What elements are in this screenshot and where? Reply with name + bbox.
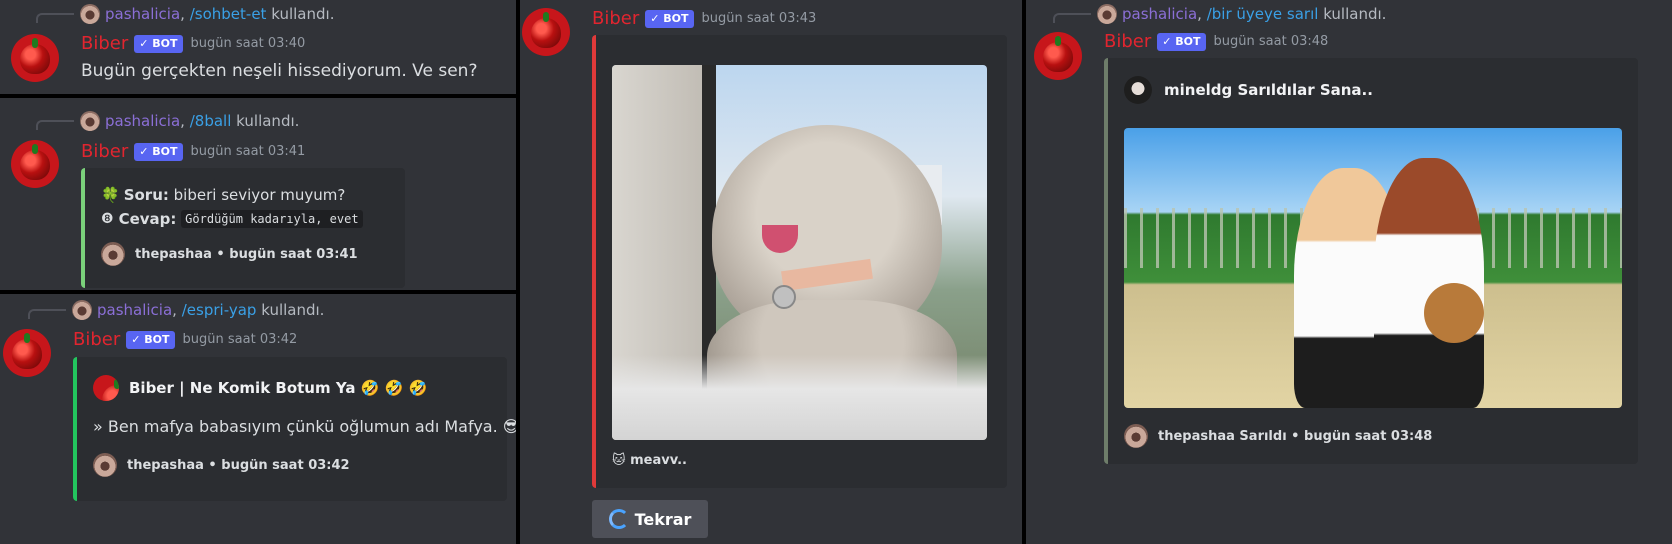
replied-user-name[interactable]: pashalicia bbox=[105, 112, 180, 130]
timestamp: bugün saat 03:48 bbox=[1213, 34, 1329, 49]
replied-user-name[interactable]: pashalicia bbox=[105, 5, 180, 23]
footer-avatar bbox=[1124, 424, 1148, 448]
message-panel-cat: Biber ✓ BOT bugün saat 03:43 🐱 meavv.. T… bbox=[520, 0, 1022, 544]
message-header: Biber ✓ BOT bugün saat 03:42 bbox=[73, 329, 297, 350]
reply-reference[interactable]: pashalicia , /8ball kullandı. bbox=[36, 111, 299, 131]
message-header: Biber ✓ BOT bugün saat 03:43 bbox=[592, 8, 816, 29]
bot-avatar[interactable] bbox=[11, 140, 59, 188]
question-label: Soru: bbox=[123, 186, 169, 204]
reply-separator: , bbox=[172, 301, 177, 319]
bot-avatar[interactable] bbox=[11, 34, 59, 82]
bot-badge: ✓ BOT bbox=[134, 142, 183, 161]
clover-icon: 🍀 bbox=[101, 186, 120, 204]
author-avatar bbox=[1124, 76, 1152, 104]
embed-footer: thepashaa • bugün saat 03:42 bbox=[93, 453, 350, 477]
reply-reference[interactable]: pashalicia , /sohbet-et kullandı. bbox=[36, 4, 334, 24]
message-header: Biber ✓ BOT bugün saat 03:40 bbox=[81, 33, 305, 54]
question-line: 🍀 Soru: biberi seviyor muyum? bbox=[101, 186, 345, 204]
used-text: kullandı. bbox=[271, 5, 335, 23]
embed-footer: thepashaa • bugün saat 03:41 bbox=[101, 242, 358, 266]
timestamp: bugün saat 03:40 bbox=[190, 36, 306, 51]
message-panel-sohbet: pashalicia , /sohbet-et kullandı. Biber … bbox=[0, 0, 516, 94]
replied-user-avatar bbox=[1097, 4, 1117, 24]
used-text: kullandı. bbox=[261, 301, 325, 319]
answer-embed: 🍀 Soru: biberi seviyor muyum? ❽ Cevap: G… bbox=[81, 168, 405, 288]
bot-name[interactable]: Biber bbox=[81, 141, 128, 162]
bot-avatar[interactable] bbox=[3, 329, 51, 377]
footer-avatar bbox=[93, 453, 117, 477]
footer-avatar bbox=[101, 242, 125, 266]
embed-title: Biber | Ne Komik Botum Ya 🤣 🤣 🤣 bbox=[129, 379, 428, 397]
refresh-icon bbox=[608, 509, 629, 529]
reply-separator: , bbox=[1197, 5, 1202, 23]
command-name[interactable]: /bir üyeye sarıl bbox=[1207, 5, 1319, 23]
footer-text: thepashaa • bugün saat 03:42 bbox=[127, 457, 350, 473]
embed-author: mineldg Sarıldılar Sana.. bbox=[1124, 76, 1373, 104]
message-header: Biber ✓ BOT bugün saat 03:41 bbox=[81, 141, 305, 162]
reply-separator: , bbox=[180, 112, 185, 130]
bot-avatar[interactable] bbox=[522, 8, 570, 56]
reply-reference[interactable]: pashalicia , /espri-yap kullandı. bbox=[28, 300, 324, 320]
message-header: Biber ✓ BOT bugün saat 03:48 bbox=[1104, 31, 1328, 52]
bot-badge: ✓ BOT bbox=[1157, 32, 1206, 51]
replied-user-avatar bbox=[80, 111, 100, 131]
eight-ball-icon: ❽ bbox=[101, 211, 114, 227]
message-text: Bugün gerçekten neşeli hissediyorum. Ve … bbox=[81, 61, 478, 81]
embed-author: Biber | Ne Komik Botum Ya 🤣 🤣 🤣 bbox=[93, 375, 427, 401]
timestamp: bugün saat 03:41 bbox=[190, 144, 306, 159]
used-text: kullandı. bbox=[1323, 5, 1387, 23]
hug-embed: mineldg Sarıldılar Sana.. thepashaa Sarı… bbox=[1104, 58, 1638, 464]
bot-name[interactable]: Biber bbox=[592, 8, 639, 29]
timestamp: bugün saat 03:42 bbox=[182, 332, 298, 347]
reply-reference[interactable]: pashalicia , /bir üyeye sarıl kullandı. bbox=[1053, 4, 1386, 24]
used-text: kullandı. bbox=[236, 112, 300, 130]
bot-avatar[interactable] bbox=[1034, 32, 1082, 80]
replied-user-name[interactable]: pashalicia bbox=[97, 301, 172, 319]
command-name[interactable]: /espri-yap bbox=[182, 301, 257, 319]
footer-text: thepashaa • bugün saat 03:41 bbox=[135, 246, 358, 262]
bot-badge: ✓ BOT bbox=[645, 9, 694, 28]
bot-name[interactable]: Biber bbox=[73, 329, 120, 350]
bot-name[interactable]: Biber bbox=[1104, 31, 1151, 52]
joke-text: » Ben mafya babasıyım çünkü oğlumun adı … bbox=[93, 417, 516, 436]
replied-user-avatar bbox=[80, 4, 100, 24]
retry-label: Tekrar bbox=[634, 509, 692, 529]
author-avatar bbox=[93, 375, 119, 401]
answer-text: Gördüğüm kadarıyla, evet bbox=[181, 210, 363, 228]
message-panel-8ball: pashalicia , /8ball kullandı. Biber ✓ BO… bbox=[0, 98, 516, 290]
replied-user-avatar bbox=[72, 300, 92, 320]
message-panel-espri: pashalicia , /espri-yap kullandı. Biber … bbox=[0, 294, 516, 544]
command-name[interactable]: /sohbet-et bbox=[190, 5, 267, 23]
cat-image[interactable] bbox=[612, 65, 987, 440]
question-text: biberi seviyor muyum? bbox=[173, 186, 346, 204]
command-name[interactable]: /8ball bbox=[190, 112, 232, 130]
embed-footer: thepashaa Sarıldı • bugün saat 03:48 bbox=[1124, 424, 1432, 448]
footer-text: thepashaa Sarıldı • bugün saat 03:48 bbox=[1158, 428, 1433, 444]
timestamp: bugün saat 03:43 bbox=[701, 11, 817, 26]
message-panel-hug: pashalicia , /bir üyeye sarıl kullandı. … bbox=[1026, 0, 1672, 544]
joke-embed: Biber | Ne Komik Botum Ya 🤣 🤣 🤣 » Ben ma… bbox=[73, 357, 516, 501]
embed-title: mineldg Sarıldılar Sana.. bbox=[1164, 81, 1373, 99]
hug-image[interactable] bbox=[1124, 128, 1622, 408]
bot-badge: ✓ BOT bbox=[126, 330, 175, 349]
reply-separator: , bbox=[180, 5, 185, 23]
bot-name[interactable]: Biber bbox=[81, 33, 128, 54]
replied-user-name[interactable]: pashalicia bbox=[1122, 5, 1197, 23]
cat-embed: 🐱 meavv.. bbox=[592, 35, 1007, 488]
bot-badge: ✓ BOT bbox=[134, 34, 183, 53]
answer-label: Cevap: bbox=[118, 210, 177, 228]
caption: 🐱 meavv.. bbox=[612, 453, 687, 468]
answer-line: ❽ Cevap: Gördüğüm kadarıyla, evet bbox=[101, 210, 363, 228]
retry-button[interactable]: Tekrar bbox=[592, 500, 708, 538]
